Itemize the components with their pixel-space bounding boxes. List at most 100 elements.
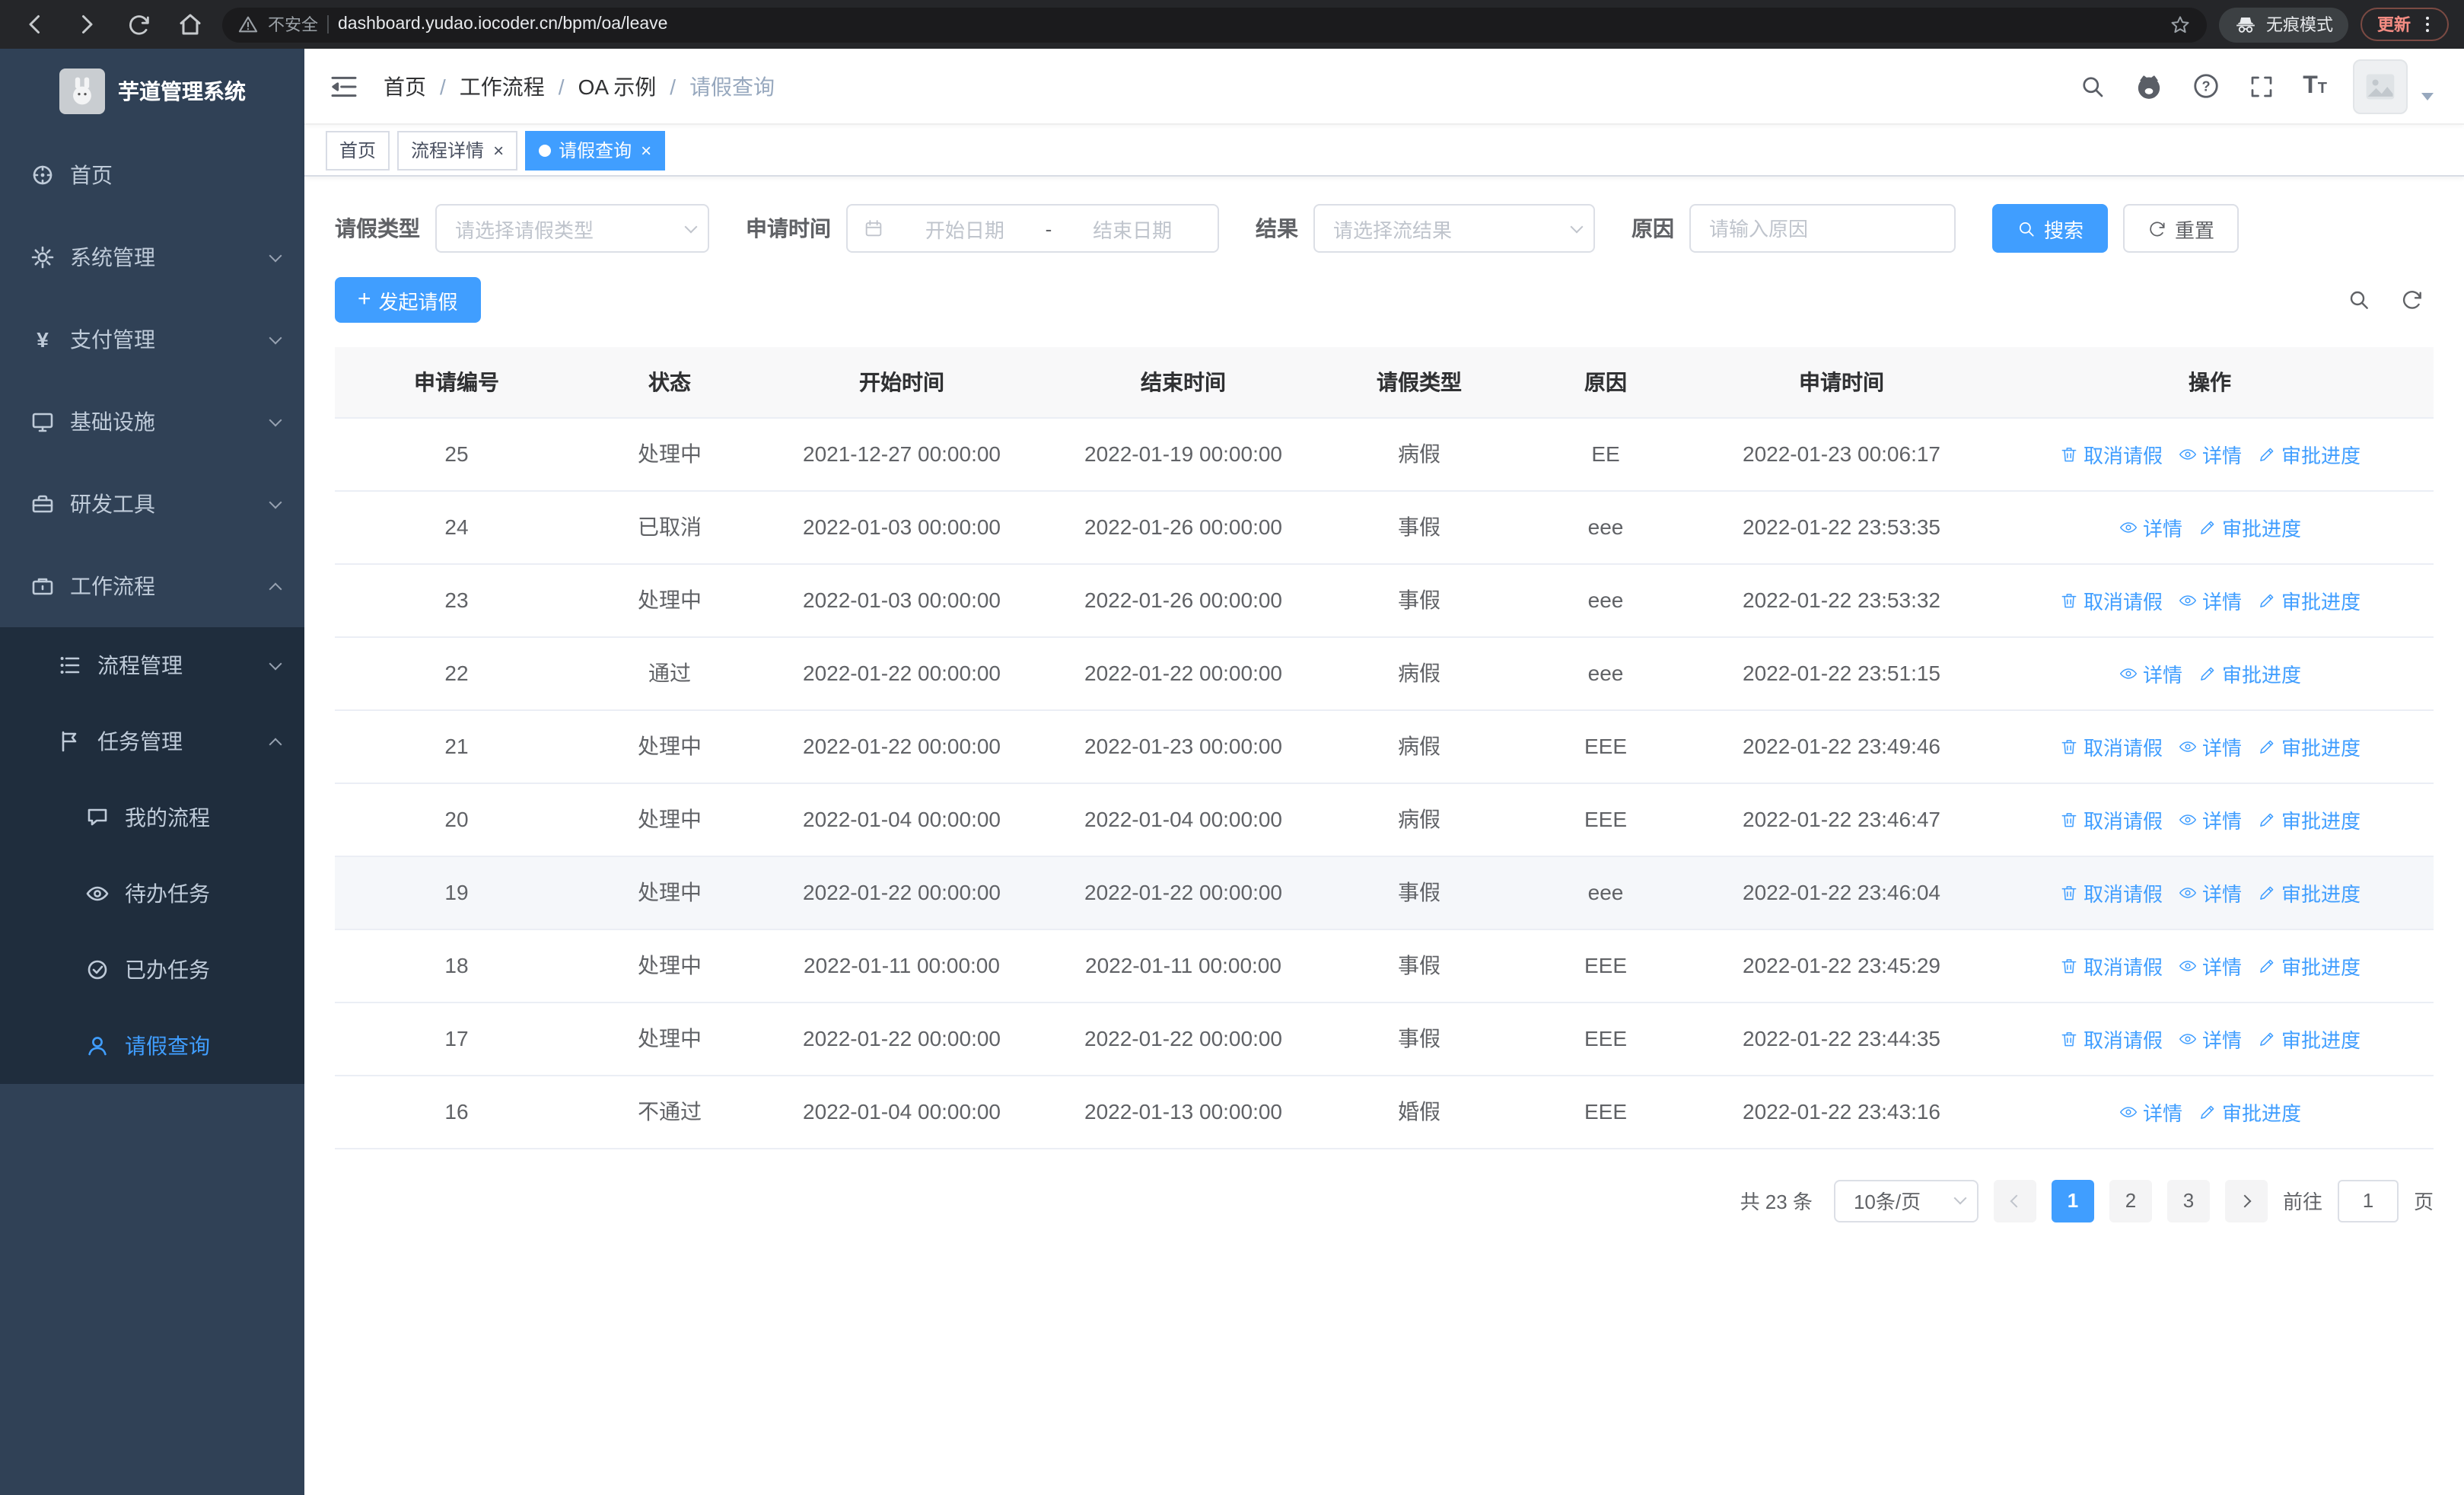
reload-button[interactable] — [119, 5, 158, 44]
sidebar-item-task-management[interactable]: 任务管理 — [0, 703, 304, 779]
page-button-3[interactable]: 3 — [2166, 1179, 2210, 1222]
detail-link[interactable]: 详情 — [2119, 658, 2182, 687]
table-row: 22 通过 2022-01-22 00:00:00 2022-01-22 00:… — [335, 636, 2434, 710]
approval-progress-link[interactable]: 审批进度 — [2198, 512, 2301, 541]
detail-link[interactable]: 详情 — [2119, 512, 2182, 541]
approval-progress-link[interactable]: 审批进度 — [2257, 585, 2361, 614]
sidebar-item-leave-query[interactable]: 请假查询 — [0, 1008, 304, 1084]
cell-apply-time: 2022-01-22 23:53:32 — [1743, 588, 1940, 612]
cell-reason: EEE — [1584, 953, 1627, 977]
breadcrumb-item[interactable]: OA 示例 — [578, 71, 657, 101]
active-tab-dot — [539, 144, 552, 156]
goto-page-input[interactable] — [2337, 1179, 2399, 1222]
tab-leave-query[interactable]: 请假查询 × — [525, 130, 666, 170]
sidebar-item-system[interactable]: 系统管理 — [0, 216, 304, 298]
sidebar-item-payment[interactable]: ¥ 支付管理 — [0, 298, 304, 381]
fullscreen-icon[interactable] — [2246, 71, 2277, 101]
detail-link[interactable]: 详情 — [2178, 951, 2242, 980]
github-icon[interactable] — [2134, 71, 2164, 101]
cancel-leave-link[interactable]: 取消请假 — [2059, 1024, 2163, 1053]
search-icon[interactable] — [2077, 71, 2108, 101]
cancel-leave-link[interactable]: 取消请假 — [2059, 585, 2163, 614]
approval-progress-link[interactable]: 审批进度 — [2257, 878, 2361, 907]
toggle-search-icon[interactable] — [2345, 287, 2371, 313]
detail-link[interactable]: 详情 — [2178, 878, 2242, 907]
page-button-1[interactable]: 1 — [2051, 1179, 2094, 1222]
avatar-caret-icon[interactable] — [2421, 93, 2434, 100]
reset-button[interactable]: 重置 — [2123, 204, 2240, 253]
next-page-button[interactable] — [2224, 1179, 2268, 1222]
reason-input[interactable] — [1689, 204, 1956, 253]
approval-progress-link[interactable]: 审批进度 — [2257, 1024, 2361, 1053]
briefcase-icon — [30, 574, 55, 598]
detail-link[interactable]: 详情 — [2178, 439, 2242, 468]
font-size-icon[interactable]: TT — [2303, 72, 2327, 100]
create-leave-button[interactable]: + 发起请假 — [335, 277, 481, 323]
close-icon[interactable]: × — [493, 141, 504, 159]
sidebar-item-dev-tools[interactable]: 研发工具 — [0, 463, 304, 545]
cancel-leave-link[interactable]: 取消请假 — [2059, 805, 2163, 834]
eye-icon — [2179, 448, 2197, 459]
sidebar-item-workflow[interactable]: 工作流程 — [0, 545, 304, 627]
page-button-2[interactable]: 2 — [2109, 1179, 2152, 1222]
cell-apply-time: 2022-01-22 23:45:29 — [1743, 953, 1940, 977]
detail-link[interactable]: 详情 — [2178, 732, 2242, 760]
result-select[interactable]: 请选择流结果 — [1313, 204, 1595, 253]
cancel-leave-link[interactable]: 取消请假 — [2059, 878, 2163, 907]
apply-time-range-picker[interactable]: 开始日期 - 结束日期 — [846, 204, 1219, 253]
detail-link[interactable]: 详情 — [2178, 805, 2242, 834]
update-button[interactable]: 更新 — [2361, 8, 2449, 41]
approval-progress-link[interactable]: 审批进度 — [2257, 732, 2361, 760]
end-date-input[interactable]: 结束日期 — [1062, 214, 1202, 243]
sidebar-item-my-processes[interactable]: 我的流程 — [0, 779, 304, 856]
detail-link[interactable]: 详情 — [2178, 1024, 2242, 1053]
breadcrumb-item[interactable]: 首页 — [384, 71, 426, 101]
search-button[interactable]: 搜索 — [1992, 204, 2109, 253]
leave-type-select[interactable]: 请选择请假类型 — [435, 204, 709, 253]
sidebar-item-process-management[interactable]: 流程管理 — [0, 627, 304, 703]
sidebar-item-home[interactable]: 首页 — [0, 134, 304, 216]
tab-process-detail[interactable]: 流程详情 × — [397, 130, 518, 170]
forward-button[interactable] — [67, 5, 107, 44]
prev-page-button[interactable] — [1993, 1179, 2036, 1222]
approval-progress-link[interactable]: 审批进度 — [2257, 951, 2361, 980]
bookmark-star-icon[interactable] — [2169, 13, 2192, 36]
approval-progress-link[interactable]: 审批进度 — [2257, 805, 2361, 834]
approval-progress-link[interactable]: 审批进度 — [2257, 439, 2361, 468]
detail-link[interactable]: 详情 — [2178, 585, 2242, 614]
cell-end-time: 2022-01-19 00:00:00 — [1084, 441, 1282, 466]
sidebar-item-todo-tasks[interactable]: 待办任务 — [0, 856, 304, 932]
cell-end-time: 2022-01-04 00:00:00 — [1084, 807, 1282, 831]
start-date-input[interactable]: 开始日期 — [895, 214, 1035, 243]
page-size-select[interactable]: 10条/页 — [1833, 1179, 1979, 1222]
approval-progress-link[interactable]: 审批进度 — [2198, 658, 2301, 687]
sidebar-item-done-tasks[interactable]: 已办任务 — [0, 932, 304, 1008]
approval-progress-link[interactable]: 审批进度 — [2198, 1097, 2301, 1126]
refresh-table-icon[interactable] — [2399, 287, 2424, 313]
cell-status: 处理中 — [638, 953, 702, 977]
avatar[interactable] — [2353, 59, 2408, 113]
edit-pen-icon — [2201, 520, 2214, 534]
cell-apply-id: 17 — [444, 1026, 469, 1050]
eye-icon — [2179, 1033, 2197, 1044]
app-title: 芋道管理系统 — [118, 79, 246, 104]
tab-home[interactable]: 首页 — [326, 130, 390, 170]
url-bar[interactable]: 不安全 dashboard.yudao.iocoder.cn/bpm/oa/le… — [222, 7, 2207, 42]
search-form: 请假类型 请选择请假类型 申请时间 开始日期 - 结束日期 结果 请选择流结果 … — [335, 204, 2434, 253]
close-icon[interactable]: × — [641, 141, 651, 159]
eye-icon — [2179, 741, 2197, 751]
sidebar-item-infrastructure[interactable]: 基础设施 — [0, 381, 304, 463]
cancel-leave-link[interactable]: 取消请假 — [2059, 732, 2163, 760]
home-button[interactable] — [170, 5, 210, 44]
incognito-label: 无痕模式 — [2266, 17, 2333, 35]
sidebar-collapse-button[interactable] — [329, 71, 359, 101]
help-icon[interactable]: ? — [2190, 71, 2220, 101]
row-actions: 取消请假 详情 审批进度 — [1986, 585, 2434, 614]
cancel-leave-link[interactable]: 取消请假 — [2059, 951, 2163, 980]
breadcrumb-item[interactable]: 工作流程 — [460, 71, 545, 101]
breadcrumb-current: 请假查询 — [689, 74, 775, 98]
detail-link[interactable]: 详情 — [2119, 1097, 2182, 1126]
back-button[interactable] — [15, 5, 55, 44]
cancel-leave-link[interactable]: 取消请假 — [2059, 439, 2163, 468]
menu-dots-icon[interactable] — [2417, 14, 2438, 35]
